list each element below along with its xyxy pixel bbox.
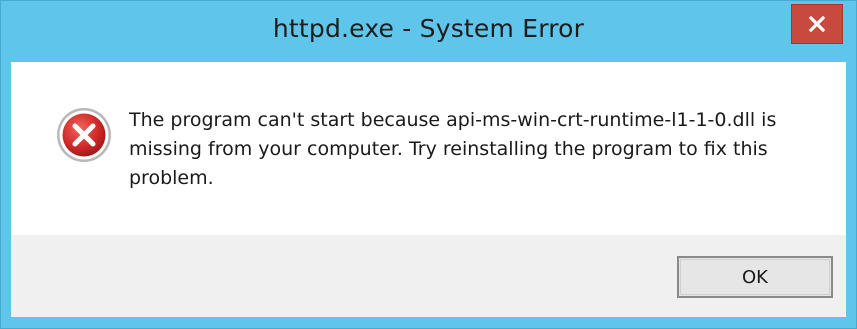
system-error-dialog: httpd.exe - System Error The program can… <box>0 0 857 329</box>
error-message: The program can't start because api-ms-w… <box>129 109 777 189</box>
title-bar[interactable]: httpd.exe - System Error <box>1 1 856 63</box>
ok-button[interactable]: OK <box>677 256 833 298</box>
error-icon <box>57 108 111 162</box>
close-icon <box>808 15 826 33</box>
window-title: httpd.exe - System Error <box>272 14 585 43</box>
button-bar: OK <box>11 235 846 317</box>
close-button[interactable] <box>791 4 843 44</box>
dialog-content: The program can't start because api-ms-w… <box>11 62 846 235</box>
